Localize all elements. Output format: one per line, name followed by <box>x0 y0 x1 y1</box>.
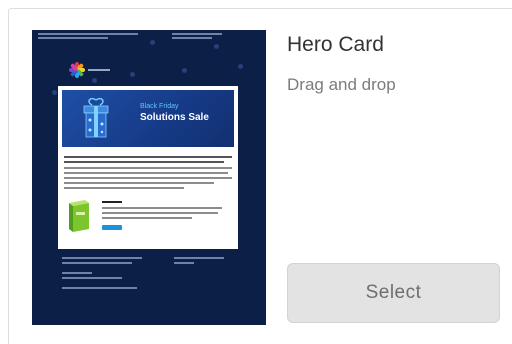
card-subtitle: Drag and drop <box>287 75 396 94</box>
card-title: Hero Card <box>287 33 384 56</box>
banner-headline: Solutions Sale <box>140 112 209 123</box>
product-cta-button <box>102 225 122 230</box>
gift-box-icon <box>83 97 109 138</box>
hero-banner: Black Friday Solutions Sale <box>62 90 234 147</box>
template-thumbnail: Black Friday Solutions Sale <box>32 30 266 325</box>
select-button[interactable]: Select <box>287 263 500 323</box>
email-content-panel: Black Friday Solutions Sale <box>58 86 238 249</box>
product-box-icon <box>69 200 89 232</box>
banner-eyebrow: Black Friday <box>140 103 179 110</box>
brand-logo <box>69 62 110 78</box>
flower-logo-icon <box>69 62 85 78</box>
